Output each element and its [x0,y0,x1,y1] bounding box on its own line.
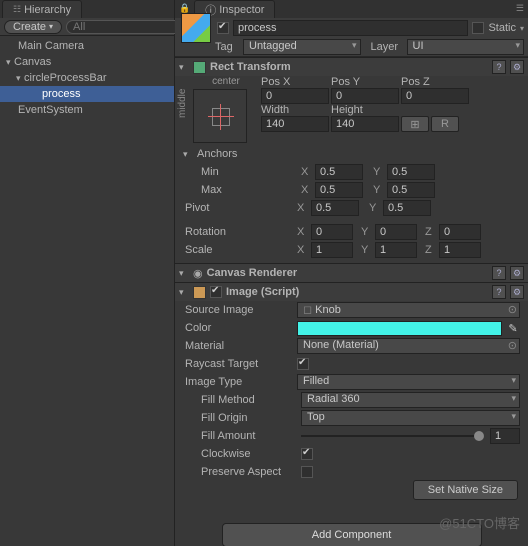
hierarchy-tab-label: Hierarchy [24,4,71,16]
color-field[interactable] [297,321,502,336]
image-script-icon [193,286,206,299]
eye-icon: ◉ [193,267,203,280]
width-field[interactable] [261,116,329,132]
static-label: Static [488,22,516,34]
tag-dropdown[interactable]: Untagged [243,39,361,55]
pivot-y[interactable] [383,200,431,216]
active-checkbox[interactable] [217,22,229,34]
scl-z[interactable] [439,242,481,258]
anchor-max-x[interactable] [315,182,363,198]
fill-origin-dropdown[interactable]: Top [301,410,520,426]
component-title: Image (Script) [226,286,488,298]
component-title: Rect Transform [210,61,488,73]
height-field[interactable] [331,116,399,132]
foldout-icon[interactable]: ▾ [179,287,187,298]
rot-y[interactable] [375,224,417,240]
material-field[interactable]: None (Material) [297,338,520,354]
fill-method-dropdown[interactable]: Radial 360 [301,392,520,408]
posx-field[interactable] [261,88,329,104]
rect-transform-component: ▾ Rect Transform ? ⚙ center Pos XPos YPo… [175,57,528,263]
raw-edit-button[interactable]: R [431,116,459,132]
layer-label: Layer [371,41,403,53]
tag-label: Tag [215,41,239,53]
tree-item-circleprocessbar[interactable]: ▾circleProcessBar [0,70,174,86]
scl-y[interactable] [375,242,417,258]
anchor-preset-button[interactable] [193,89,247,143]
tree-item-main-camera[interactable]: Main Camera [0,38,174,54]
posy-field[interactable] [331,88,399,104]
help-icon[interactable]: ? [492,285,506,299]
rot-z[interactable] [439,224,481,240]
eyedropper-icon[interactable]: ✎ [506,321,520,336]
create-dropdown[interactable]: Create▾ [4,20,62,34]
hierarchy-tab[interactable]: ☷ Hierarchy [2,0,82,18]
fill-amount-slider[interactable] [301,435,484,437]
preserve-aspect-checkbox[interactable] [301,466,313,478]
gear-icon[interactable]: ⚙ [510,266,524,280]
static-checkbox[interactable] [472,22,484,34]
hierarchy-tab-row: ☷ Hierarchy [0,0,174,18]
tree-item-canvas[interactable]: ▾Canvas [0,54,174,70]
raycast-checkbox[interactable] [297,358,309,370]
clockwise-checkbox[interactable] [301,448,313,460]
enabled-checkbox[interactable] [210,286,222,298]
foldout-icon[interactable]: ▾ [183,149,191,160]
foldout-icon[interactable]: ▾ [6,57,14,68]
anchor-min-y[interactable] [387,164,435,180]
hierarchy-icon: ☷ [13,4,21,15]
tree-item-eventsystem[interactable]: EventSystem [0,102,174,118]
gameobject-icon[interactable] [181,13,211,43]
pivot-x[interactable] [311,200,359,216]
hierarchy-toolbar: Create▾ [0,18,174,36]
foldout-icon[interactable]: ▾ [179,62,187,73]
image-component: ▾ Image (Script) ? ⚙ Source ImageKnob Co… [175,282,528,503]
scl-x[interactable] [311,242,353,258]
source-image-field[interactable]: Knob [297,302,520,318]
gameobject-header: Static ▾ Tag Untagged Layer UI [175,18,528,57]
name-field[interactable] [233,20,468,36]
inspector-tab-label: Inspector [219,4,264,16]
static-dropdown-icon[interactable]: ▾ [520,24,524,33]
help-icon[interactable]: ? [492,266,506,280]
anchor-max-y[interactable] [387,182,435,198]
rot-x[interactable] [311,224,353,240]
help-icon[interactable]: ? [492,60,506,74]
hierarchy-panel: ☷ Hierarchy Create▾ Main Camera ▾Canvas … [0,0,175,546]
gear-icon[interactable]: ⚙ [510,60,524,74]
anchor-side-label: middle [177,89,188,118]
set-native-size-button[interactable]: Set Native Size [413,480,518,500]
inspector-tab-row: 🔒 ⓘ Inspector ☰ [175,0,528,18]
anchor-mode-label: center [193,76,259,87]
layer-dropdown[interactable]: UI [407,39,525,55]
image-type-dropdown[interactable]: Filled [297,374,520,390]
anchor-min-x[interactable] [315,164,363,180]
gear-icon[interactable]: ⚙ [510,285,524,299]
component-title: Canvas Renderer [207,267,488,279]
watermark: @51CTO博客 [439,513,520,532]
fill-amount-value[interactable] [490,428,520,444]
foldout-icon[interactable]: ▾ [16,73,24,84]
tree-item-process[interactable]: process [0,86,174,102]
foldout-icon[interactable]: ▾ [179,268,187,279]
rect-transform-icon [193,61,206,74]
blueprint-button[interactable]: ⊞ [401,116,429,132]
posz-field[interactable] [401,88,469,104]
canvas-renderer-component: ▾ ◉ Canvas Renderer ? ⚙ [175,263,528,282]
inspector-panel: 🔒 ⓘ Inspector ☰ Static ▾ Tag Untagged [175,0,528,546]
panel-menu-icon[interactable]: ☰ [516,0,528,18]
hierarchy-tree: Main Camera ▾Canvas ▾circleProcessBar pr… [0,36,174,546]
